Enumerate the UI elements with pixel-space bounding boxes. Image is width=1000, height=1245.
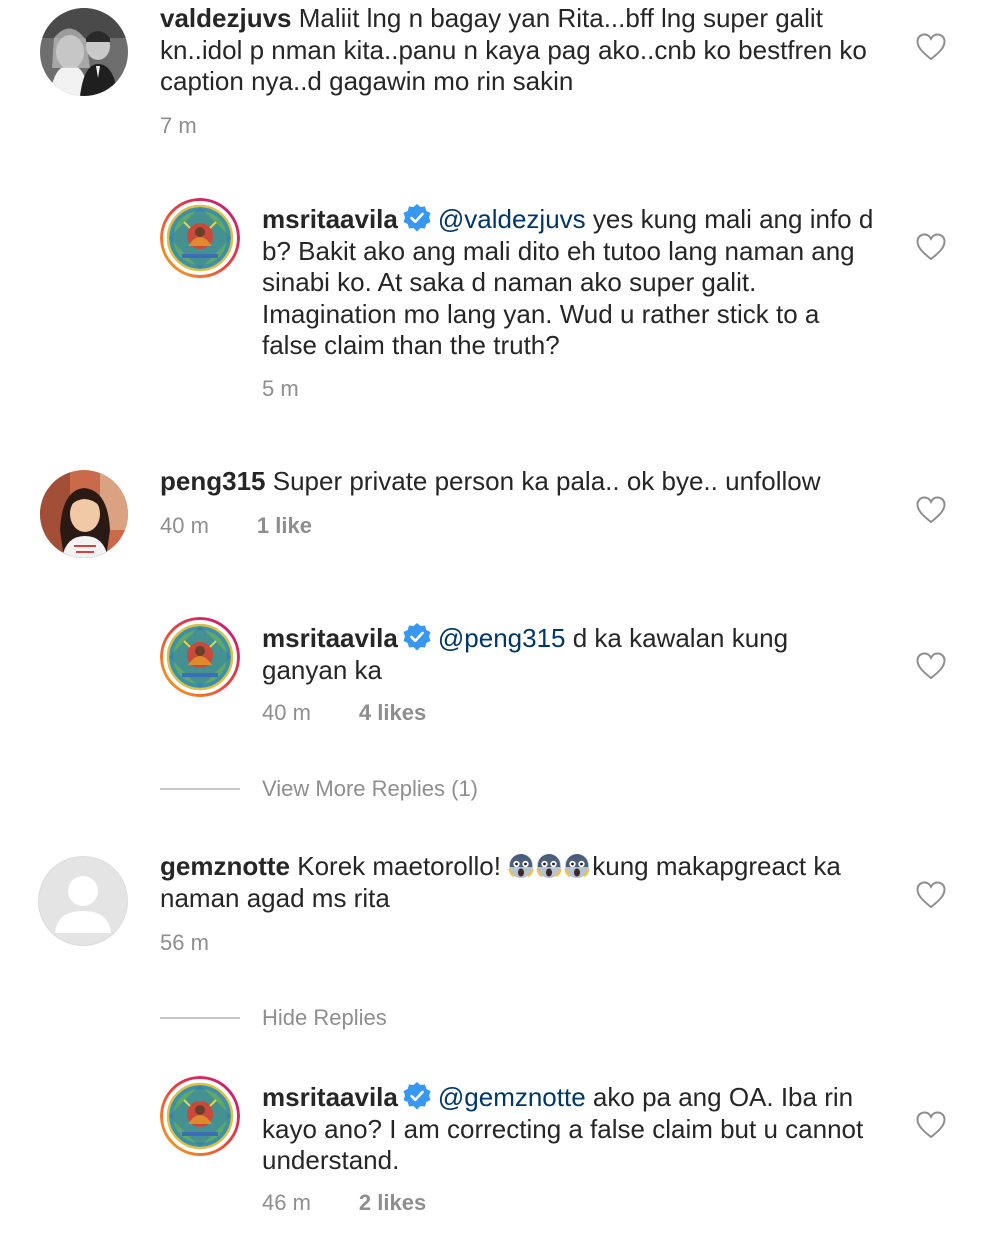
heart-icon[interactable] (916, 33, 946, 61)
heart-icon[interactable] (916, 496, 946, 524)
comment-text-block: peng315 Super private person ka pala.. o… (160, 466, 900, 498)
heart-icon[interactable] (916, 881, 946, 909)
thangka-avatar[interactable] (160, 198, 240, 278)
heart-icon[interactable] (916, 233, 946, 261)
comment-meta: 40 m 1 like (160, 513, 312, 539)
comment-username[interactable]: gemznotte (160, 851, 290, 881)
comment-likes[interactable]: 1 like (257, 513, 312, 538)
comment-time: 40 m (160, 513, 209, 538)
verified-badge-icon (402, 622, 432, 652)
comment-text-block: valdezjuvs Maliit lng n bagay yan Rita..… (160, 3, 900, 98)
reply-mention[interactable]: @peng315 (438, 623, 566, 653)
comment-time: 56 m (160, 930, 209, 955)
comment-meta: 56 m (160, 930, 209, 956)
reply-time: 46 m (262, 1190, 311, 1215)
comment-username[interactable]: peng315 (160, 466, 266, 496)
reply-username[interactable]: msritaavila (262, 1082, 398, 1112)
reply-meta: 46 m 2 likes (262, 1190, 426, 1216)
reply-meta: 5 m (262, 376, 299, 402)
reply-mention[interactable]: @valdezjuvs (438, 204, 586, 234)
reply-mention[interactable]: @gemznotte (438, 1082, 586, 1112)
screaming-face-emoji (508, 853, 534, 879)
woman-photo-avatar[interactable] (40, 470, 128, 558)
reply-text-block: msritaavila @peng315 d ka kawalan kung ga… (262, 622, 880, 686)
reply-likes[interactable]: 2 likes (359, 1190, 426, 1215)
reply-time: 5 m (262, 376, 299, 401)
reply-username[interactable]: msritaavila (262, 623, 398, 653)
thread-divider (160, 1017, 240, 1019)
comment-text: Korek maetorollo! (297, 851, 501, 881)
comment-username[interactable]: valdezjuvs (160, 3, 292, 33)
screaming-face-emoji (564, 853, 590, 879)
reply-meta: 40 m 4 likes (262, 700, 426, 726)
thangka-avatar[interactable] (160, 617, 240, 697)
comment-text-block: gemznotte Korek maetorollo! kung makapgr… (160, 851, 900, 914)
thread-divider (160, 788, 240, 790)
view-more-replies-button[interactable]: View More Replies (1) (262, 776, 478, 802)
default-avatar[interactable] (38, 856, 128, 946)
reply-text-block: msritaavila @valdezjuvs yes kung mali ang… (262, 203, 880, 362)
reply-likes[interactable]: 4 likes (359, 700, 426, 725)
hide-replies-button[interactable]: Hide Replies (262, 1005, 387, 1031)
comment-text: Super private person ka pala.. ok bye.. … (272, 466, 821, 496)
heart-icon[interactable] (916, 652, 946, 680)
verified-badge-icon (402, 1081, 432, 1111)
reply-username[interactable]: msritaavila (262, 204, 398, 234)
thangka-avatar[interactable] (160, 1076, 240, 1156)
heart-icon[interactable] (916, 1111, 946, 1139)
comment-time: 7 m (160, 113, 197, 138)
verified-badge-icon (402, 203, 432, 233)
reply-time: 40 m (262, 700, 311, 725)
screaming-face-emoji (536, 853, 562, 879)
wedding-photo-avatar[interactable] (40, 8, 128, 96)
reply-text-block: msritaavila @gemznotte ako pa ang OA. Iba… (262, 1081, 892, 1177)
comment-meta: 7 m (160, 113, 197, 139)
